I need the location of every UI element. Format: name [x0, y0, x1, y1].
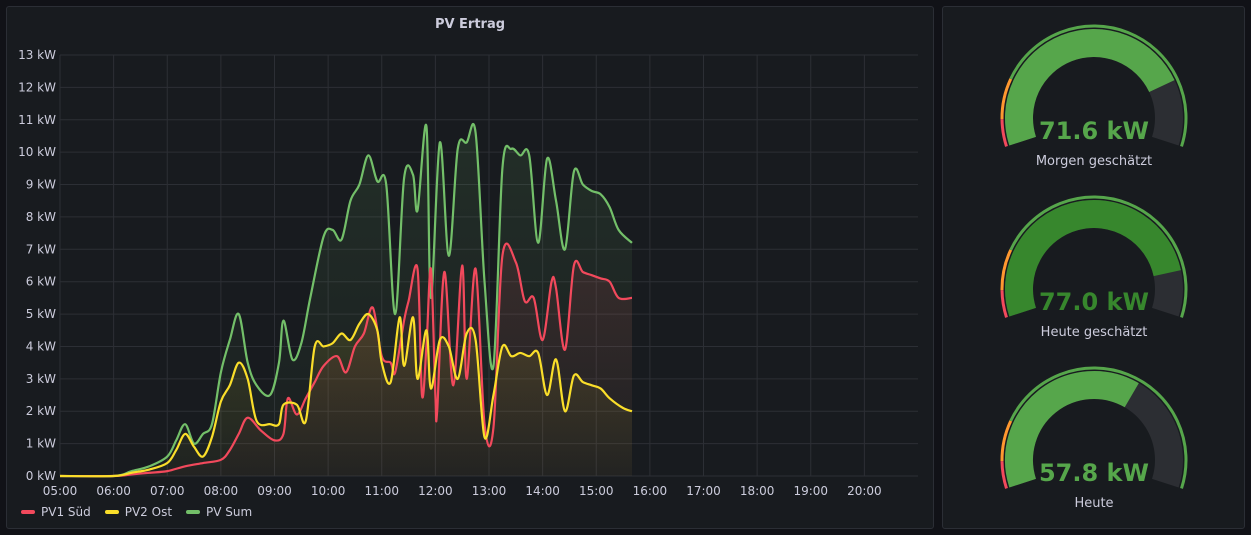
x-tick-label: 10:00	[311, 484, 346, 497]
x-tick-label: 13:00	[472, 484, 507, 497]
pv-ertrag-panel: PV Ertrag 0 kW 1 kW 2 kW 3 kW 4 kW 5 kW 6 kW 7 …	[6, 6, 934, 529]
gauge-stack[interactable]: 71.6 kW Morgen geschätzt 77.0 kW Heute gesc…	[943, 7, 1244, 528]
x-tick-label: 14:00	[525, 484, 560, 497]
x-tick-label: 07:00	[150, 484, 185, 497]
y-tick-label: 6 kW	[26, 275, 56, 289]
legend-swatch-pv2	[104, 510, 119, 514]
y-tick-label: 11 kW	[18, 113, 56, 127]
x-tick-label: 15:00	[579, 484, 614, 497]
gauge-label: Heute geschätzt	[1041, 325, 1148, 340]
legend-item-pv-sum[interactable]: PV Sum	[186, 505, 252, 519]
x-tick-label: 06:00	[96, 484, 131, 497]
pv-ertrag-chart[interactable]: 0 kW 1 kW 2 kW 3 kW 4 kW 5 kW 6 kW 7 kW 8 kW 9 kW…	[7, 7, 933, 497]
legend-swatch-sum	[186, 510, 201, 514]
legend-label-sum: PV Sum	[206, 505, 253, 519]
y-tick-label: 13 kW	[18, 48, 56, 62]
y-tick-label: 7 kW	[26, 242, 56, 256]
y-tick-label: 8 kW	[26, 210, 56, 224]
legend-label-pv1: PV1 Süd	[41, 505, 91, 519]
y-tick-label: 1 kW	[26, 437, 56, 451]
gauge-value: 77.0 kW	[1039, 288, 1149, 316]
x-tick-label: 19:00	[793, 484, 828, 497]
gauge-label: Heute	[1074, 496, 1113, 511]
gauge-label: Morgen geschätzt	[1036, 154, 1152, 169]
y-tick-label: 12 kW	[18, 80, 56, 94]
x-tick-label: 18:00	[740, 484, 775, 497]
x-tick-label: 12:00	[418, 484, 453, 497]
x-tick-label: 20:00	[847, 484, 882, 497]
legend-label-pv2: PV2 Ost	[124, 505, 173, 519]
y-tick-label: 3 kW	[26, 372, 56, 386]
x-tick-label: 17:00	[686, 484, 721, 497]
y-tick-label: 9 kW	[26, 178, 56, 192]
y-tick-label: 4 kW	[26, 339, 56, 353]
gauge-value: 57.8 kW	[1039, 459, 1149, 487]
legend-item-pv2-ost[interactable]: PV2 Ost	[104, 505, 173, 519]
gauge-panel: 71.6 kW Morgen geschätzt 77.0 kW Heute gesc…	[942, 6, 1245, 529]
x-tick-label: 09:00	[257, 484, 292, 497]
x-tick-label: 11:00	[364, 484, 399, 497]
x-tick-label: 16:00	[633, 484, 668, 497]
legend-swatch-pv1	[21, 510, 35, 514]
gauge-value: 71.6 kW	[1039, 117, 1149, 145]
chart-legend: PV1 Süd PV2 Ost PV Sum	[21, 505, 252, 519]
y-tick-label: 10 kW	[18, 145, 56, 159]
x-tick-label: 08:00	[204, 484, 239, 497]
y-tick-label: 5 kW	[26, 307, 56, 321]
y-tick-label: 0 kW	[26, 469, 56, 483]
x-tick-label: 05:00	[43, 484, 78, 497]
y-tick-label: 2 kW	[26, 404, 56, 418]
legend-item-pv1-sud[interactable]: PV1 Süd	[21, 505, 91, 519]
